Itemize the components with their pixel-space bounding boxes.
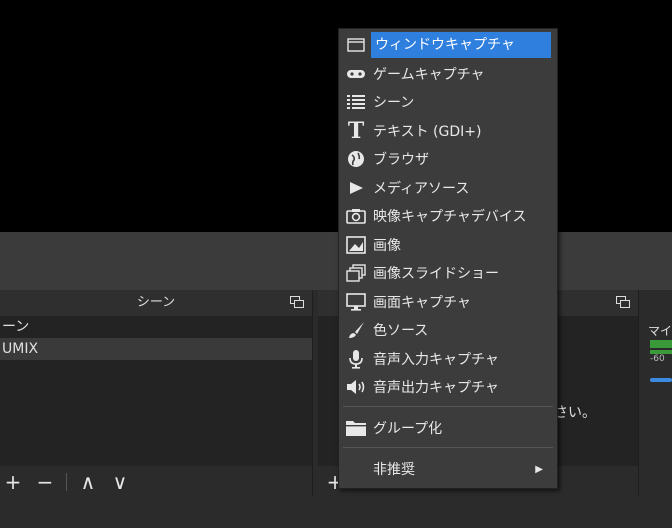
menu-item-label: ウィンドウキャプチャ [371, 32, 551, 58]
volume-meter [650, 340, 672, 348]
menu-item-label: ブラウザ [373, 152, 429, 168]
monitor-icon [345, 291, 367, 313]
menu-item-audio-input-capture[interactable]: 音声入力キャプチャ [339, 345, 557, 373]
menu-item-deprecated[interactable]: 非推奨 ▶ [339, 455, 557, 483]
microphone-icon [345, 348, 367, 370]
menu-item-label: テキスト (GDI+) [373, 124, 482, 140]
menu-item-label: 画像 [373, 238, 401, 254]
menu-item-scene[interactable]: シーン [339, 88, 557, 116]
slideshow-icon [345, 262, 367, 284]
menu-item-audio-output-capture[interactable]: 音声出力キャプチャ [339, 373, 557, 401]
menu-item-image-slideshow[interactable]: 画像スライドショー [339, 259, 557, 287]
meter-scale-value: -60 [650, 354, 665, 364]
menu-item-spacer [345, 458, 367, 480]
menu-item-label: 非推奨 [373, 462, 415, 478]
menu-item-color-source[interactable]: 色ソース [339, 316, 557, 344]
float-dock-icon[interactable] [290, 296, 304, 308]
preview-bottom-strip [0, 232, 672, 290]
menu-item-label: メディアソース [373, 181, 470, 197]
scene-item-selected[interactable]: UMIX [0, 338, 312, 360]
folder-icon [345, 417, 367, 439]
text-icon: T [347, 118, 365, 144]
submenu-arrow-icon: ▶ [535, 463, 543, 475]
scenes-dock-title: シーン [0, 290, 312, 317]
menu-item-label: シーン [373, 95, 415, 111]
add-scene-button[interactable]: + [0, 469, 26, 495]
menu-item-label: 画像スライドショー [373, 266, 499, 282]
image-icon [345, 234, 367, 256]
menu-item-group[interactable]: グループ化 [339, 414, 557, 442]
menu-item-image[interactable]: 画像 [339, 231, 557, 259]
toolbar-separator [66, 473, 67, 491]
menu-separator [343, 447, 553, 448]
menu-item-display-capture[interactable]: 画面キャプチャ [339, 288, 557, 316]
scene-item[interactable]: ーン [0, 316, 312, 338]
volume-slider[interactable] [650, 378, 672, 382]
menu-item-label: 色ソース [373, 323, 429, 339]
camera-icon [345, 205, 367, 227]
scene-list[interactable]: ーン UMIX [0, 316, 312, 466]
speaker-icon [345, 376, 367, 398]
add-source-context-menu: ウィンドウキャプチャ ゲームキャプチャ シーン T テキスト (GDI+) ブラ… [338, 28, 558, 489]
window-icon [345, 34, 367, 56]
menu-separator [343, 406, 553, 407]
menu-item-label: ゲームキャプチャ [373, 67, 485, 83]
scenes-dock: シーン ーン UMIX + − ∧ ∨ [0, 290, 313, 496]
list-icon [345, 91, 367, 113]
gamepad-icon [345, 63, 367, 85]
play-icon [345, 177, 367, 199]
float-dock-icon[interactable] [616, 296, 630, 308]
move-scene-down-button[interactable]: ∨ [107, 469, 133, 495]
sources-hint-text: さい。 [554, 405, 596, 421]
menu-item-label: グループ化 [373, 421, 443, 437]
menu-item-label: 音声出力キャプチャ [373, 380, 499, 396]
menu-item-text[interactable]: T テキスト (GDI+) [339, 117, 557, 145]
move-scene-up-button[interactable]: ∧ [75, 469, 101, 495]
menu-item-video-capture-device[interactable]: 映像キャプチャデバイス [339, 202, 557, 230]
menu-item-window-capture[interactable]: ウィンドウキャプチャ [339, 31, 557, 59]
menu-item-label: 音声入力キャプチャ [373, 352, 499, 368]
menu-item-label: 映像キャプチャデバイス [373, 209, 527, 225]
menu-item-label: 画面キャプチャ [373, 295, 471, 311]
menu-item-media-source[interactable]: メディアソース [339, 174, 557, 202]
preview-canvas[interactable] [0, 0, 672, 232]
audio-mixer-dock: マイ -60 [640, 290, 672, 496]
remove-scene-button[interactable]: − [32, 469, 58, 495]
bottom-bar [0, 496, 672, 528]
brush-icon [345, 319, 367, 341]
scenes-dock-title-text: シーン [136, 295, 176, 310]
mixer-channel-label: マイ [648, 324, 672, 338]
globe-icon [345, 148, 367, 170]
menu-item-browser[interactable]: ブラウザ [339, 145, 557, 173]
menu-item-game-capture[interactable]: ゲームキャプチャ [339, 60, 557, 88]
scenes-toolbar: + − ∧ ∨ [0, 468, 312, 496]
